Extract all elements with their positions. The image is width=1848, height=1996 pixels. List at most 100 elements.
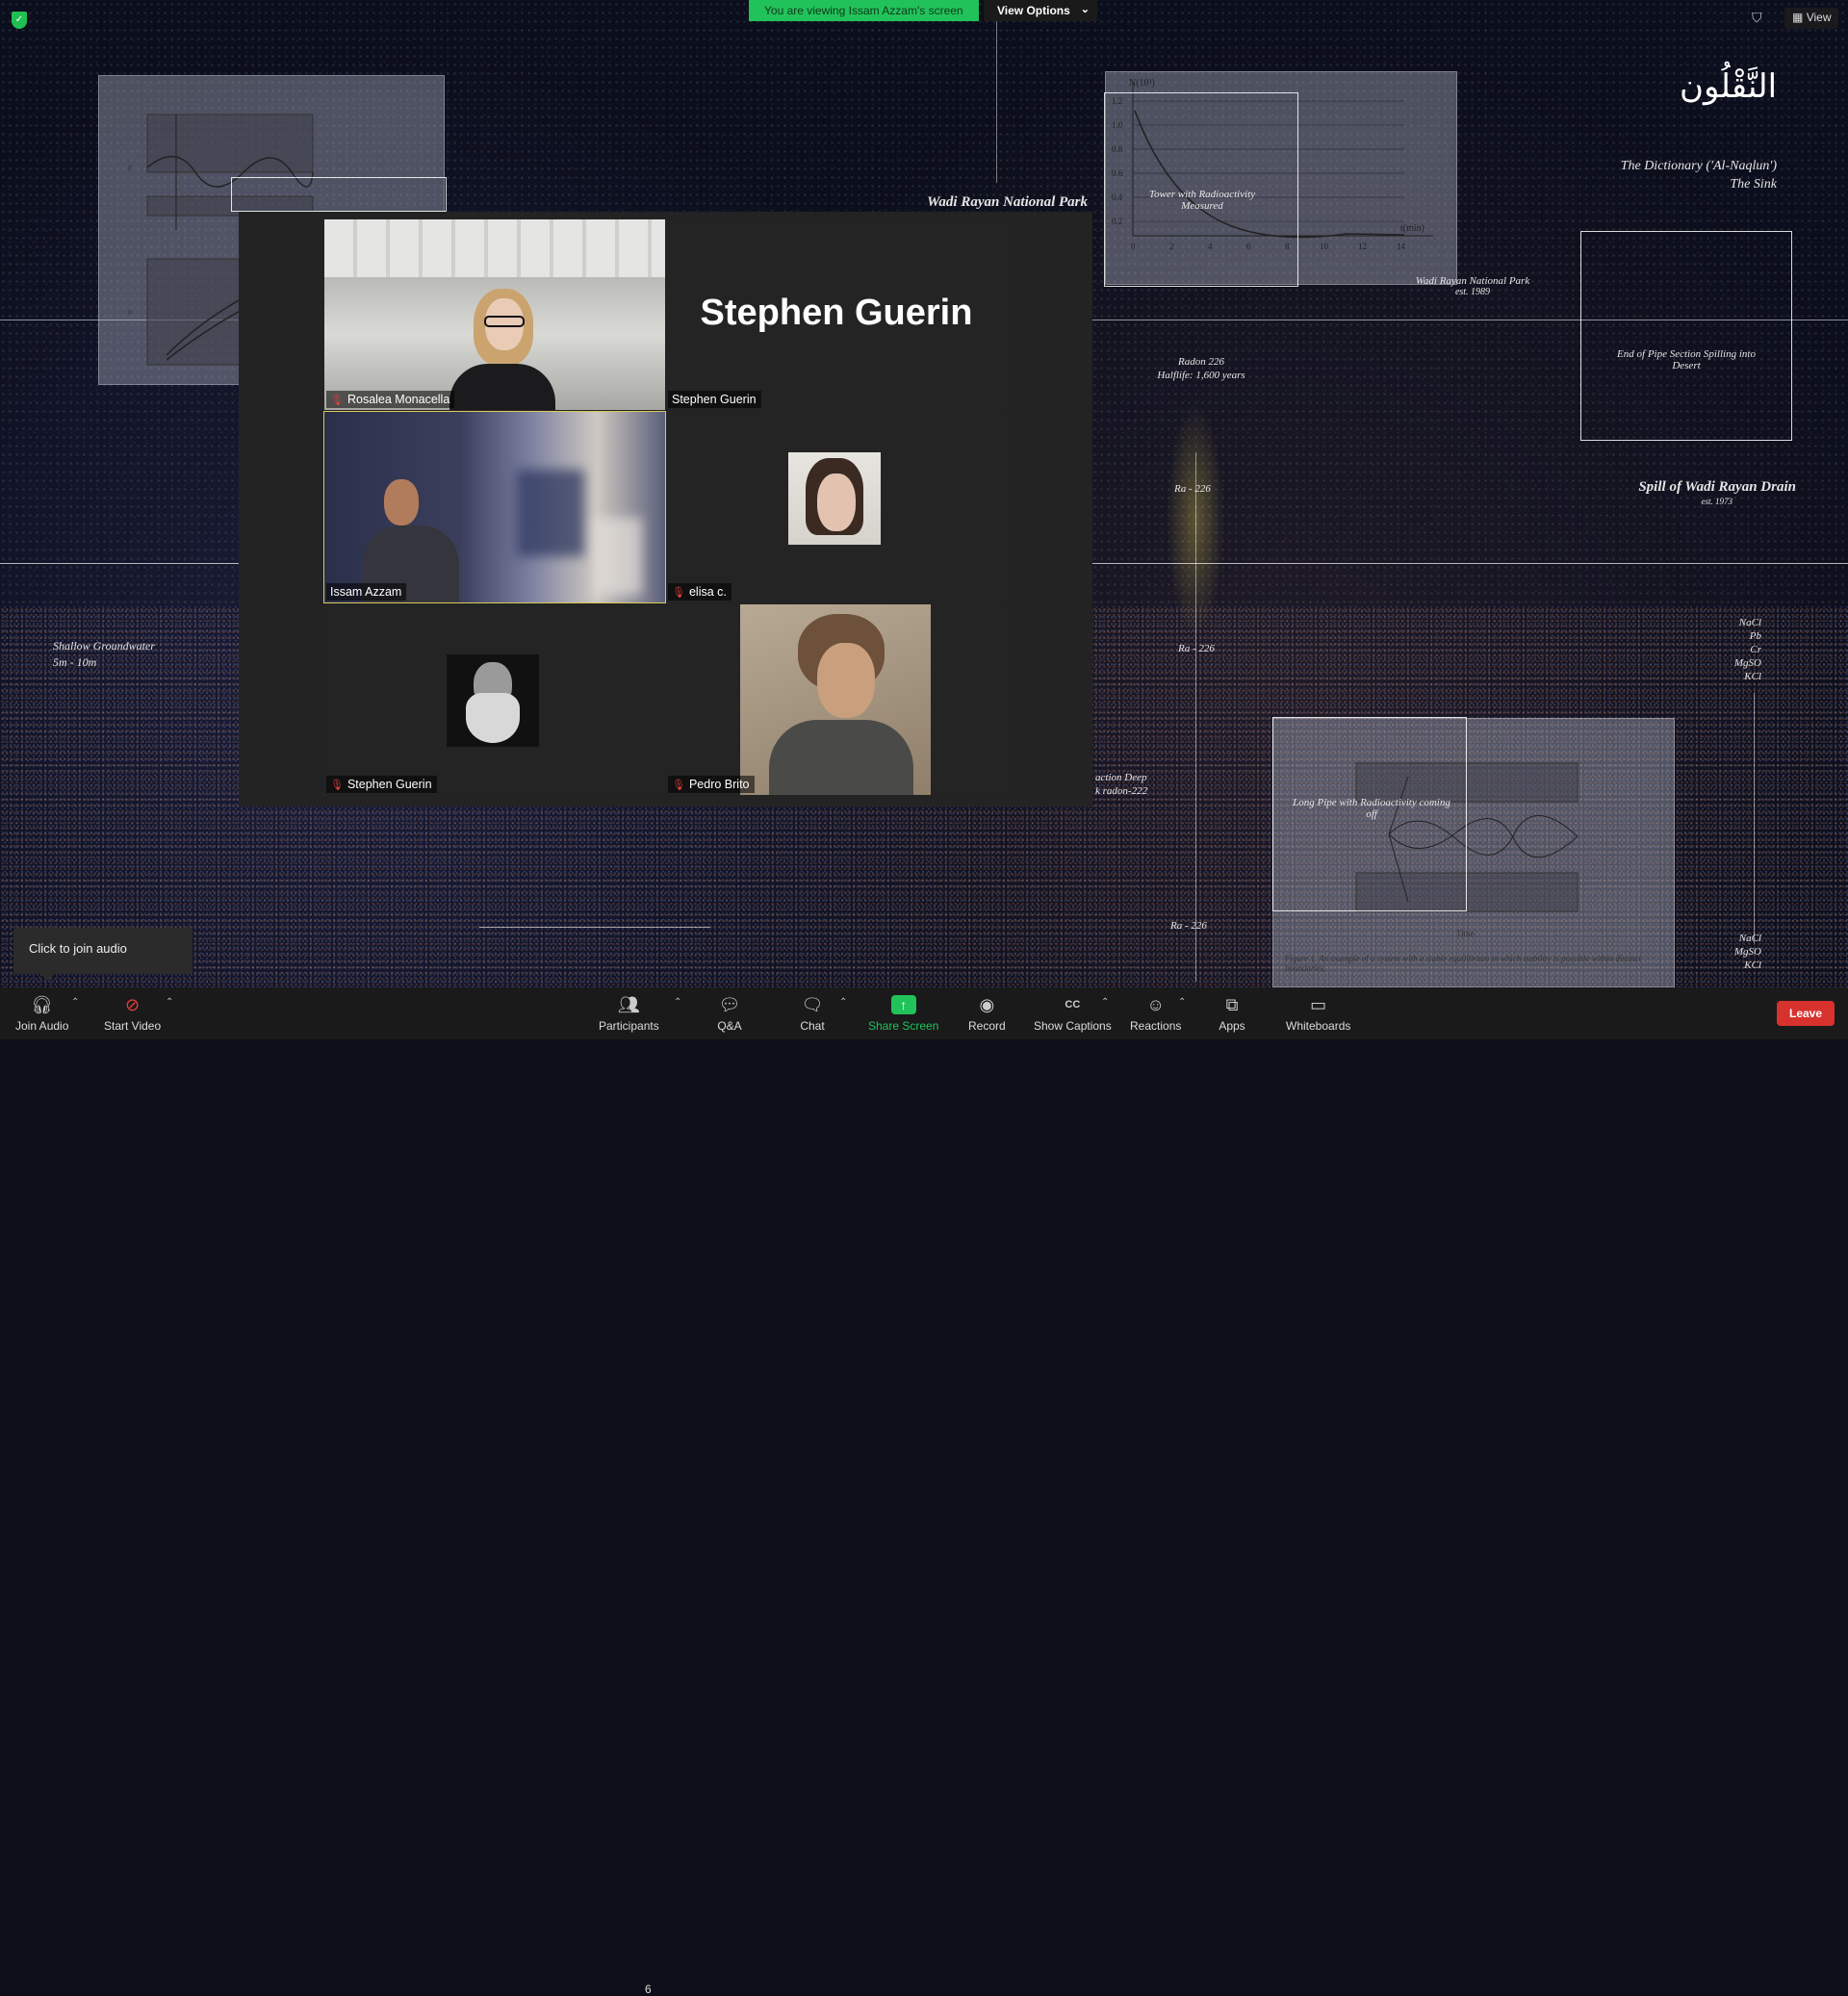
- show-captions-button[interactable]: CC Show Captions: [1034, 993, 1112, 1033]
- groundwater-line2: 5m - 10m: [53, 655, 97, 669]
- show-captions-label: Show Captions: [1034, 1019, 1112, 1033]
- apps-icon: ⧉: [1225, 994, 1239, 1014]
- ceiling: [324, 219, 665, 277]
- mic-muted-icon: 🎙︎: [672, 586, 685, 599]
- participant-tile-active-speaker[interactable]: Issam Azzam: [323, 411, 666, 603]
- headphones-icon: 🎧︎: [31, 994, 54, 1014]
- shirt: [769, 720, 913, 795]
- blurred-background: [517, 470, 584, 556]
- record-icon: ◉: [979, 994, 995, 1014]
- share-screen-icon: ↑: [890, 995, 916, 1014]
- fraction-line1: action Deep: [1095, 772, 1147, 783]
- profile-picture: [788, 452, 881, 545]
- mic-muted-icon: 🎙︎: [330, 779, 344, 791]
- chat-options-caret[interactable]: ⌃: [839, 997, 847, 1008]
- chat-button[interactable]: 🗨︎ Chat: [799, 993, 826, 1034]
- mic-muted-icon: 🎙︎: [672, 779, 685, 791]
- participants-button[interactable]: 👥︎ Participants: [599, 993, 659, 1034]
- share-screen-button[interactable]: ↑ Share Screen: [868, 993, 938, 1033]
- participant-name: elisa c.: [688, 585, 727, 599]
- audio-options-caret[interactable]: ⌃: [71, 997, 79, 1008]
- arabic-title: النَّقْلُون: [1680, 67, 1778, 106]
- start-video-button[interactable]: ⊘ Start Video: [104, 993, 161, 1034]
- radon-line2: Halflife: 1,600 years: [1157, 370, 1245, 381]
- video-gallery: 🎙︎ Rosalea Monacella Stephen Guerin Step…: [239, 212, 1092, 806]
- participants-count: 6: [645, 1983, 652, 1996]
- participant-name-tag: Stephen Guerin: [668, 391, 761, 408]
- reactions-options-caret[interactable]: ⌃: [1178, 997, 1186, 1008]
- mic-muted-icon: 🎙︎: [330, 394, 344, 406]
- join-audio-label: Join Audio: [15, 1019, 69, 1033]
- ra226-label: Ra - 226: [1170, 920, 1207, 932]
- profile-picture: [447, 654, 539, 747]
- security-shield-icon[interactable]: ✓: [12, 12, 27, 29]
- join-audio-tooltip[interactable]: Click to join audio: [13, 928, 192, 981]
- wadi-title: Wadi Rayan National Park: [927, 194, 1088, 210]
- participant-name: Stephen Guerin: [672, 393, 757, 406]
- view-button[interactable]: ▦ View: [1784, 8, 1839, 29]
- reactions-label: Reactions: [1130, 1019, 1182, 1033]
- qa-label: Q&A: [717, 1019, 742, 1033]
- dictionary-line1: The Dictionary ('Al-Naqlun'): [1620, 159, 1777, 173]
- record-button[interactable]: ◉ Record: [968, 993, 1006, 1034]
- participant-name: Issam Azzam: [330, 585, 402, 599]
- chem-list: NaCl MgSO KCl: [1733, 933, 1761, 971]
- radon-line1: Radon 226: [1178, 356, 1224, 368]
- participants-label: Participants: [599, 1019, 659, 1033]
- participant-name-tag: 🎙︎ Stephen Guerin: [326, 776, 437, 793]
- video-feed: [324, 219, 665, 410]
- divider-line: [996, 19, 997, 183]
- groundwater-line1: Shallow Groundwater: [53, 639, 155, 653]
- dictionary-line2: The Sink: [1730, 177, 1777, 192]
- record-label: Record: [968, 1019, 1006, 1033]
- chat-icon: 🗨︎: [801, 994, 824, 1014]
- leave-button[interactable]: Leave: [1777, 1001, 1835, 1026]
- participant-tile[interactable]: 🎙︎ Rosalea Monacella: [324, 219, 665, 410]
- fraction-line2: k radon-222: [1095, 785, 1148, 797]
- jacket: [449, 364, 555, 410]
- svg-text:0: 0: [128, 310, 132, 317]
- park-label-line2: est. 1989: [1454, 287, 1491, 297]
- share-screen-label: Share Screen: [868, 1019, 939, 1033]
- grid-icon: ▦: [1792, 11, 1804, 24]
- captions-options-caret[interactable]: ⌃: [1101, 997, 1109, 1008]
- park-label-line1: Wadi Rayan National Park: [1415, 275, 1530, 287]
- svg-text:10: 10: [1320, 242, 1329, 251]
- whiteboard-icon: ▭: [1310, 994, 1327, 1014]
- participant-tile[interactable]: 🎙︎ Pedro Brito: [666, 604, 1007, 795]
- qa-icon: 💬︎: [718, 994, 741, 1014]
- qa-button[interactable]: 💬︎ Q&A: [716, 993, 743, 1034]
- cc-icon: CC: [1065, 999, 1081, 1011]
- apps-label: Apps: [1219, 1019, 1245, 1033]
- whiteboards-button[interactable]: ▭ Whiteboards: [1286, 993, 1351, 1034]
- whiteboards-label: Whiteboards: [1286, 1019, 1351, 1033]
- face: [384, 479, 419, 525]
- video-options-caret[interactable]: ⌃: [166, 997, 173, 1008]
- ra226-label: Ra - 226: [1178, 643, 1215, 654]
- participant-tile[interactable]: 🎙︎ elisa c.: [666, 412, 1007, 602]
- participant-tile[interactable]: 🎙︎ Stephen Guerin: [324, 604, 665, 795]
- diagram-frame: [231, 177, 447, 212]
- apps-button[interactable]: ⧉ Apps: [1219, 993, 1245, 1034]
- participant-name-tag: Issam Azzam: [326, 583, 407, 601]
- join-audio-button[interactable]: 🎧︎ Join Audio: [15, 993, 69, 1034]
- face: [817, 473, 856, 531]
- svg-text:14: 14: [1397, 242, 1406, 251]
- participants-options-caret[interactable]: ⌃: [674, 997, 681, 1008]
- video-feed: [324, 412, 665, 602]
- video-off-icon: ⊘: [125, 994, 141, 1014]
- chevron-down-icon: ⌄: [1080, 4, 1090, 15]
- blurred-background: [594, 518, 642, 595]
- shaft-line: [1195, 452, 1196, 982]
- svg-text:N(10³): N(10³): [1129, 78, 1155, 89]
- chat-label: Chat: [800, 1019, 825, 1033]
- reactions-button[interactable]: ☺︎ Reactions: [1130, 993, 1182, 1034]
- participant-big-name: Stephen Guerin: [700, 293, 973, 333]
- participant-tile[interactable]: Stephen Guerin Stephen Guerin: [666, 219, 1007, 410]
- participants-icon: 👥︎: [617, 994, 640, 1014]
- pin-window-icon[interactable]: ⛉: [1752, 10, 1771, 27]
- spill-title: Spill of Wadi Rayan Drain: [1638, 479, 1796, 495]
- glasses: [484, 316, 525, 327]
- tower-label: Tower with Radioactivity Measured: [1148, 189, 1256, 212]
- view-options-button[interactable]: View Options ⌄: [984, 0, 1097, 21]
